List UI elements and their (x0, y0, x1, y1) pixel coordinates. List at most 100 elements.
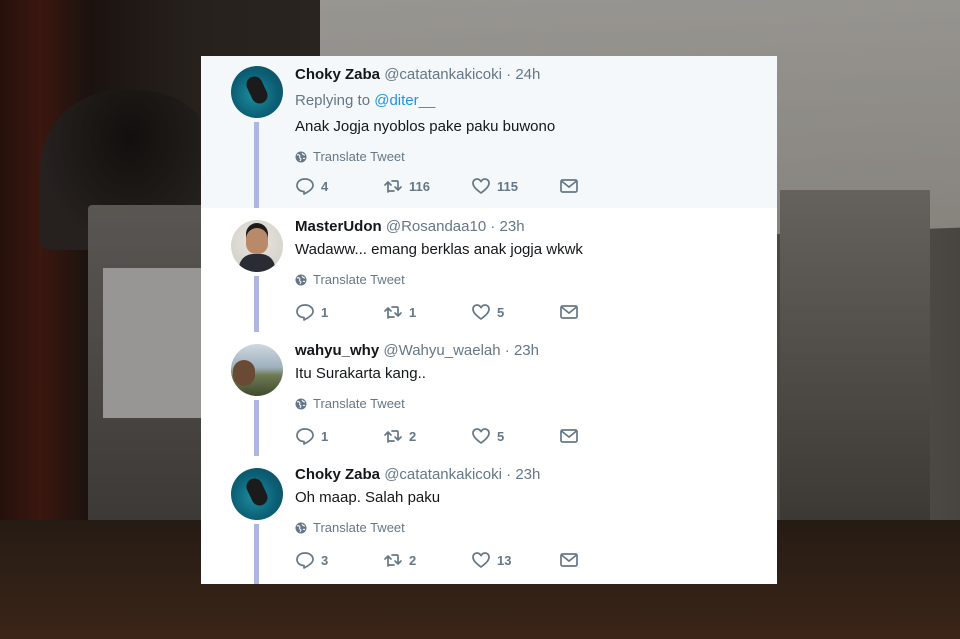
tweet-actions: 1 1 5 (295, 302, 579, 322)
reply-icon (296, 178, 314, 195)
reply-count: 1 (321, 428, 329, 444)
reply-button[interactable]: 3 (295, 550, 383, 570)
direct-message-button[interactable] (559, 176, 579, 196)
avatar[interactable] (231, 220, 283, 272)
envelope-icon (560, 553, 578, 567)
user-name[interactable]: Choky Zaba (295, 466, 380, 483)
translate-tweet-link[interactable]: Translate Tweet (295, 520, 761, 535)
retweet-icon (384, 306, 402, 319)
reply-button[interactable]: 1 (295, 426, 383, 446)
heart-icon (472, 304, 490, 320)
direct-message-button[interactable] (559, 302, 579, 322)
retweet-button[interactable]: 2 (383, 550, 471, 570)
avatar[interactable] (231, 66, 283, 118)
retweet-count: 116 (409, 178, 430, 194)
translate-label: Translate Tweet (313, 272, 405, 287)
tweet-header: Choky Zaba @catatankakicoki · 24h (295, 66, 761, 84)
tweet-content: Choky Zaba @catatankakicoki · 23h Oh maa… (295, 466, 761, 535)
tweet-text: Anak Jogja nyoblos pake paku buwono (295, 118, 556, 135)
like-count: 13 (497, 552, 512, 568)
translate-tweet-link[interactable]: Translate Tweet (295, 396, 761, 411)
user-name[interactable]: wahyu_why (295, 342, 379, 359)
thread-connector (254, 122, 259, 208)
tweet-content: MasterUdon @Rosandaa10 · 23h Wadaww... e… (295, 218, 761, 287)
tweet-time[interactable]: 23h (500, 218, 525, 235)
separator: · (504, 342, 510, 359)
globe-icon (295, 398, 307, 409)
replying-to-link[interactable]: @diter__ (374, 92, 435, 109)
retweet-count: 2 (409, 428, 417, 444)
avatar[interactable] (231, 468, 283, 520)
user-name[interactable]: MasterUdon (295, 218, 382, 235)
thread-connector (254, 524, 259, 584)
like-count: 5 (497, 304, 505, 320)
translate-label: Translate Tweet (313, 396, 405, 411)
thread-connector (254, 400, 259, 456)
direct-message-button[interactable] (559, 426, 579, 446)
like-count: 115 (497, 178, 518, 194)
reply-icon (296, 428, 314, 445)
tweet-content: Choky Zaba @catatankakicoki · 24h Replyi… (295, 66, 761, 164)
like-button[interactable]: 5 (471, 426, 559, 446)
retweet-icon (384, 554, 402, 567)
tweet[interactable]: Choky Zaba @catatankakicoki · 24h Replyi… (201, 56, 777, 208)
envelope-icon (560, 305, 578, 319)
tweet-header: MasterUdon @Rosandaa10 · 23h (295, 218, 761, 236)
retweet-count: 2 (409, 552, 417, 568)
envelope-icon (560, 429, 578, 443)
tweet-time[interactable]: 23h (515, 466, 540, 483)
reply-button[interactable]: 4 (295, 176, 383, 196)
like-button[interactable]: 13 (471, 550, 559, 570)
globe-icon (295, 522, 307, 533)
tweet[interactable]: Choky Zaba @catatankakicoki · 23h Oh maa… (201, 456, 777, 584)
direct-message-button[interactable] (559, 550, 579, 570)
translate-tweet-link[interactable]: Translate Tweet (295, 149, 761, 164)
retweet-icon (384, 180, 402, 193)
tweet-actions: 4 116 115 (295, 176, 579, 196)
user-handle[interactable]: @Wahyu_waelah (383, 342, 500, 359)
retweet-button[interactable]: 116 (383, 176, 471, 196)
tweet-time[interactable]: 24h (515, 66, 540, 83)
envelope-icon (560, 179, 578, 193)
retweet-button[interactable]: 2 (383, 426, 471, 446)
translate-label: Translate Tweet (313, 149, 405, 164)
like-count: 5 (497, 428, 505, 444)
reply-count: 3 (321, 552, 329, 568)
separator: · (490, 218, 496, 235)
tweet-actions: 1 2 5 (295, 426, 579, 446)
user-handle[interactable]: @catatankakicoki (384, 66, 502, 83)
tweet-actions: 3 2 13 (295, 550, 579, 570)
tweet-text: Itu Surakarta kang.. (295, 365, 426, 382)
globe-icon (295, 274, 307, 285)
tweet-text: Oh maap. Salah paku (295, 489, 441, 506)
like-button[interactable]: 115 (471, 176, 559, 196)
reply-button[interactable]: 1 (295, 302, 383, 322)
translate-tweet-link[interactable]: Translate Tweet (295, 272, 761, 287)
user-handle[interactable]: @catatankakicoki (384, 466, 502, 483)
tweet-text: Wadaww... emang berklas anak jogja wkwk (295, 241, 583, 258)
reply-icon (296, 552, 314, 569)
reply-count: 4 (321, 178, 329, 194)
like-button[interactable]: 5 (471, 302, 559, 322)
replying-prefix: Replying to (295, 92, 371, 109)
tweet-header: wahyu_why @Wahyu_waelah · 23h (295, 342, 761, 360)
reply-icon (296, 304, 314, 321)
separator: · (506, 66, 512, 83)
tweet-time[interactable]: 23h (514, 342, 539, 359)
tweet[interactable]: wahyu_why @Wahyu_waelah · 23h Itu Suraka… (201, 332, 777, 456)
reply-count: 1 (321, 304, 329, 320)
tweet-thread-card: Choky Zaba @catatankakicoki · 24h Replyi… (201, 56, 777, 584)
tweet[interactable]: MasterUdon @Rosandaa10 · 23h Wadaww... e… (201, 208, 777, 332)
retweet-count: 1 (409, 304, 417, 320)
retweet-button[interactable]: 1 (383, 302, 471, 322)
user-handle[interactable]: @Rosandaa10 (386, 218, 486, 235)
heart-icon (472, 552, 490, 568)
separator: · (506, 466, 512, 483)
user-name[interactable]: Choky Zaba (295, 66, 380, 83)
translate-label: Translate Tweet (313, 520, 405, 535)
tweet-header: Choky Zaba @catatankakicoki · 23h (295, 466, 761, 484)
heart-icon (472, 428, 490, 444)
avatar[interactable] (231, 344, 283, 396)
thread-connector (254, 276, 259, 332)
globe-icon (295, 151, 307, 162)
